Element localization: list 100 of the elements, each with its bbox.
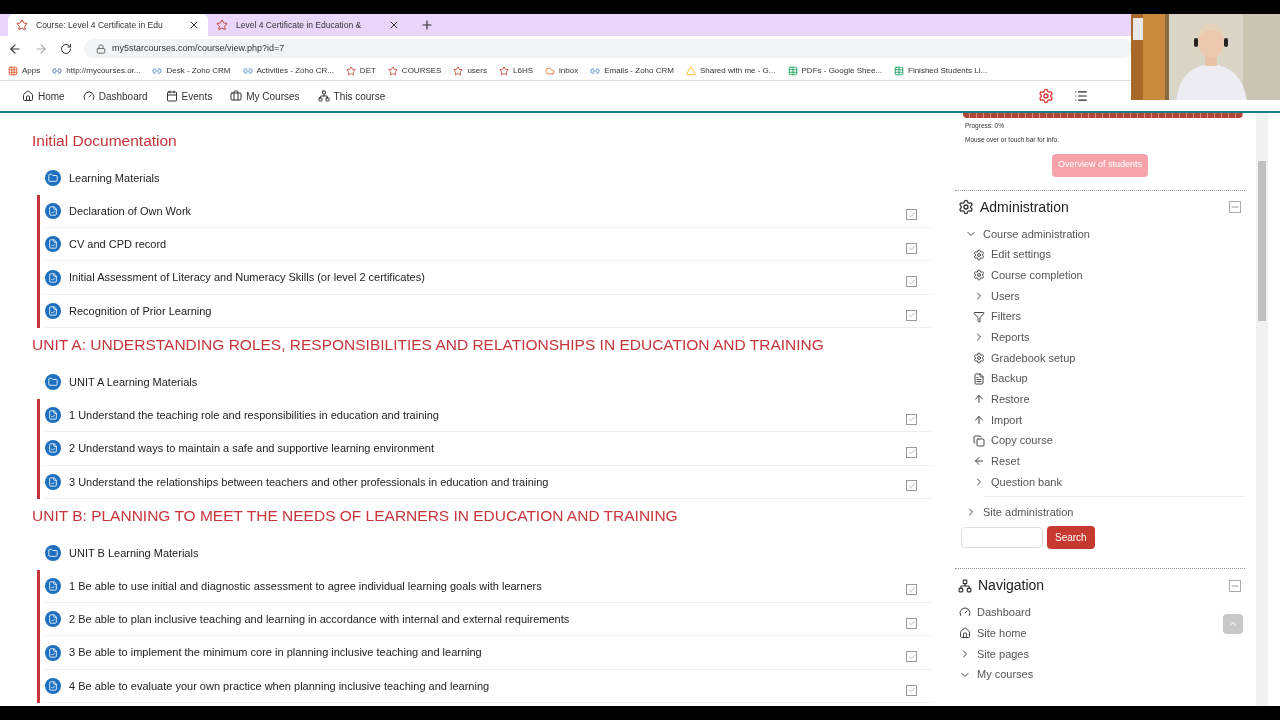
activity-link[interactable]: 4 Be able to evaluate your own practice when planning inclusive teaching and learning (69, 677, 490, 695)
gear-icon (973, 351, 985, 364)
tree-link[interactable]: Reports (991, 329, 1030, 346)
completion-checkbox[interactable] (906, 584, 917, 596)
briefcase-icon (230, 90, 243, 102)
completion-checkbox[interactable] (906, 446, 917, 458)
up-arrow-icon (973, 414, 985, 427)
tree-link[interactable]: Filters (991, 308, 1021, 325)
bookmark[interactable]: DET (359, 64, 376, 77)
progress-bar[interactable] (963, 113, 1243, 118)
filter-icon (973, 310, 985, 323)
url-text: my5starcourses.com/course/view.php?id=7 (112, 41, 285, 55)
assignment-icon (45, 202, 61, 219)
tree-link[interactable]: Import (991, 411, 1023, 429)
bookmark[interactable]: PDFs - Google Shee... (801, 64, 882, 77)
tree-link[interactable]: Course administration (983, 225, 1090, 243)
tree-link[interactable]: Copy course (991, 432, 1053, 449)
bookmark[interactable]: inbox (559, 64, 579, 77)
scroll-top-button[interactable] (1223, 614, 1243, 634)
activity-link[interactable]: UNIT B Learning Materials (69, 544, 199, 562)
activity-link[interactable]: UNIT A Learning Materials (69, 373, 198, 391)
activity-link[interactable]: 3 Understand the relationships between teachers and other professionals in education and training (69, 473, 549, 491)
activity-link[interactable]: 1 Be able to use initial and diagnostic assessment to agree individual learning goals with learners (69, 577, 542, 595)
lock-icon (96, 43, 106, 54)
assignment-icon (45, 407, 61, 424)
forward-icon[interactable] (34, 41, 48, 56)
activity-link[interactable]: Recognition of Prior Learning (69, 302, 212, 320)
scrollbar-thumb[interactable] (1258, 161, 1266, 321)
collapse-icon[interactable] (1229, 201, 1241, 213)
completion-checkbox[interactable] (906, 480, 917, 492)
completion-checkbox[interactable] (906, 413, 917, 425)
bookmark[interactable]: users (467, 64, 487, 77)
bookmark[interactable]: Apps (22, 64, 41, 77)
table-icon (894, 65, 904, 76)
completion-checkbox[interactable] (906, 684, 917, 696)
nav-link[interactable]: Dashboard (98, 88, 148, 104)
completion-checkbox[interactable] (906, 276, 917, 288)
gauge-icon (82, 90, 95, 102)
tree-link[interactable]: My courses (977, 666, 1034, 683)
tree-link[interactable]: Site home (977, 624, 1027, 642)
bookmark[interactable]: Desk - Zoho CRM (166, 64, 231, 77)
browser-tab[interactable]: Level 4 Certificate in Education & (208, 14, 408, 36)
completion-checkbox[interactable] (906, 651, 917, 663)
close-icon[interactable] (188, 19, 200, 31)
nav-link[interactable]: Home (38, 88, 65, 104)
tree-link[interactable]: Site administration (983, 503, 1074, 521)
search-field[interactable] (961, 527, 1043, 549)
tree-link[interactable]: Backup (991, 370, 1028, 387)
completion-checkbox[interactable] (906, 242, 917, 254)
settings-icon[interactable] (1038, 88, 1054, 104)
activity-link[interactable]: 3 Be able to implement the minimum core in planning inclusive teaching and learning (69, 644, 482, 661)
tree-link[interactable]: Site pages (977, 645, 1029, 663)
tree-link[interactable]: Users (991, 287, 1020, 305)
completion-checkbox[interactable] (906, 617, 917, 629)
assignment-icon (45, 440, 61, 457)
assignment-icon (45, 473, 61, 490)
link-icon (152, 65, 163, 76)
bookmark[interactable]: Finished Students Li... (908, 64, 988, 77)
completion-checkbox[interactable] (906, 209, 917, 221)
completion-checkbox[interactable] (906, 309, 917, 321)
activity-link[interactable]: Declaration of Own Work (69, 202, 192, 220)
address-bar[interactable]: my5starcourses.com/course/view.php?id=7 (84, 39, 1132, 58)
tree-link[interactable]: Dashboard (977, 604, 1031, 621)
nav-link[interactable]: This course (333, 88, 386, 104)
copy-icon (973, 434, 985, 447)
bookmark[interactable]: Activities - Zoho CR... (256, 64, 334, 77)
tree-link[interactable]: Question bank (991, 473, 1062, 491)
tree-link[interactable]: Edit settings (991, 246, 1051, 263)
activity-link[interactable]: CV and CPD record (69, 235, 167, 253)
bookmark[interactable]: http://mycourses.or... (66, 64, 141, 77)
collapse-icon[interactable] (1229, 579, 1241, 592)
search-button[interactable]: Search (1047, 526, 1095, 550)
tree-link[interactable]: Restore (991, 391, 1030, 408)
browser-tab[interactable]: Course: Level 4 Certificate in Edu (8, 14, 208, 36)
bookmark[interactable]: Shared with me - G... (699, 64, 776, 77)
activity-link[interactable]: 2 Be able to plan inclusive teaching and learning in accordance with internal and external requirements (69, 611, 570, 628)
activity-link[interactable]: Initial Assessment of Literacy and Numeracy Skills (or level 2 certificates) (69, 269, 425, 286)
assignment-icon (45, 269, 61, 286)
link-icon (52, 65, 63, 76)
nav-link[interactable]: Events (181, 88, 213, 104)
nav-link[interactable]: My Courses (246, 88, 300, 104)
activity-link[interactable]: 1 Understand the teaching role and responsibilities in education and training (69, 406, 439, 424)
assignment-icon (45, 236, 61, 253)
home-icon (959, 627, 971, 640)
tree-link[interactable]: Course completion (991, 266, 1083, 284)
section-heading: Initial Documentation (32, 131, 178, 151)
home-icon (22, 90, 34, 102)
list-icon[interactable] (1074, 89, 1088, 103)
bookmark[interactable]: L6HS (513, 64, 533, 77)
reload-icon[interactable] (60, 42, 72, 55)
back-icon[interactable] (8, 41, 22, 56)
activity-link[interactable]: Learning Materials (69, 169, 160, 187)
new-tab-icon[interactable] (420, 18, 434, 32)
close-icon[interactable] (388, 19, 400, 31)
bookmark[interactable]: COURSES (401, 64, 442, 77)
triangle-icon (685, 65, 696, 76)
tree-link[interactable]: Reset (991, 453, 1020, 470)
tree-link[interactable]: Gradebook setup (991, 349, 1076, 367)
activity-link[interactable]: 2 Understand ways to maintain a safe and supportive learning environment (69, 440, 435, 457)
bookmark[interactable]: Emails - Zoho CRM (604, 64, 674, 77)
